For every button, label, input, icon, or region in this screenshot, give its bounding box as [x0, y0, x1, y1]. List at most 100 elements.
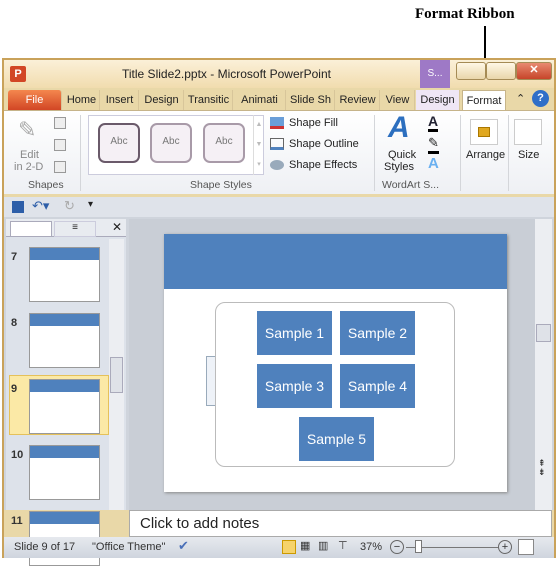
redo-icon[interactable]: ↻ [64, 198, 75, 214]
tab-view[interactable]: View [381, 90, 415, 110]
size-button[interactable]: Size [518, 149, 539, 161]
larger-icon[interactable] [54, 139, 66, 151]
minimize-button[interactable] [456, 62, 486, 80]
shape-outline-button[interactable]: Shape Outline [289, 138, 359, 150]
tab-outline[interactable]: ≡ [54, 221, 96, 237]
text-effects-icon[interactable]: A [428, 155, 439, 172]
quick-styles-label[interactable]: Quick [388, 149, 416, 161]
shape-effects-icon [270, 160, 284, 170]
smartart-box[interactable]: Sample 4 [340, 364, 415, 408]
tab-smartart-design[interactable]: Design [416, 90, 460, 110]
minimize-ribbon-icon[interactable]: ⌃ [516, 92, 525, 105]
text-outline-icon[interactable]: ✎ [428, 135, 439, 154]
shape-outline-icon [270, 138, 284, 150]
style-item[interactable]: Abc [150, 123, 192, 163]
customize-toolbar-icon[interactable]: ▾ [88, 199, 93, 210]
edit-2d-label[interactable]: Edit [20, 149, 39, 161]
close-pane-icon[interactable]: ✕ [112, 220, 122, 234]
zoom-in-icon[interactable]: + [498, 540, 512, 554]
tab-slides[interactable] [10, 221, 52, 237]
prev-next-slide-icon[interactable]: ⇞ ⇟ [538, 459, 546, 477]
tab-review[interactable]: Review [336, 90, 380, 110]
status-bar: Slide 9 of 17 "Office Theme" ✔ ▦ ▥ ⊤ 37%… [4, 537, 554, 558]
slide-thumbnail[interactable] [29, 445, 100, 500]
format-ribbon: ✎ Edit in 2-D Shapes Abc Abc Abc ▲ ▼ ▾ Sha… [4, 110, 554, 194]
change-shape-icon[interactable] [54, 117, 66, 129]
smaller-icon[interactable] [54, 161, 66, 173]
arrange-button[interactable]: Arrange [466, 149, 505, 161]
shape-fill-icon [270, 117, 284, 129]
reading-view-icon[interactable]: ▥ [318, 539, 328, 552]
tab-animations[interactable]: Animati [234, 90, 286, 110]
scroll-thumb[interactable] [536, 324, 551, 342]
slide-thumbnail[interactable] [29, 313, 100, 368]
zoom-out-icon[interactable]: − [390, 540, 404, 554]
workspace: ≡ ✕ 7 8 9 10 11 Sample 1 Sample 2 Sample… [4, 217, 554, 566]
zoom-level[interactable]: 37% [360, 541, 382, 553]
shape-effects-button[interactable]: Shape Effects [289, 159, 357, 171]
save-icon[interactable] [12, 201, 24, 213]
tab-insert[interactable]: Insert [101, 90, 139, 110]
smartart-box[interactable]: Sample 3 [257, 364, 332, 408]
scroll-thumb[interactable] [110, 357, 123, 393]
smartart-box[interactable]: Sample 1 [257, 311, 332, 355]
shape-styles-group-label: Shape Styles [190, 179, 252, 191]
separator [374, 115, 375, 191]
undo-icon[interactable]: ↶▾ [32, 198, 49, 214]
tab-file[interactable]: File [8, 90, 62, 110]
tab-design[interactable]: Design [140, 90, 184, 110]
slide-editor: Sample 1 Sample 2 Sample 3 Sample 4 Samp… [129, 219, 552, 510]
notes-placeholder[interactable]: Click to add notes [140, 515, 259, 532]
gallery-scroll[interactable]: ▲ ▼ ▾ [253, 115, 264, 175]
slideshow-icon[interactable]: ⊤ [338, 539, 348, 552]
slides-pane: ≡ ✕ 7 8 9 10 11 [6, 219, 126, 566]
tab-format[interactable]: Format [462, 90, 506, 110]
annotation-label: Format Ribbon [415, 6, 515, 22]
smartart-frame[interactable]: Sample 1 Sample 2 Sample 3 Sample 4 Samp… [215, 302, 455, 467]
fit-to-window-icon[interactable] [518, 539, 534, 555]
slide-title-bar [164, 234, 507, 289]
pane-tabs: ≡ ✕ [6, 219, 126, 237]
title-bar: P Title Slide2.pptx - Microsoft PowerPoi… [4, 60, 554, 88]
quick-access-toolbar: ↶▾ ↻ ▾ [4, 197, 554, 217]
slide-number: 11 [11, 515, 23, 527]
slide-number: 7 [11, 251, 18, 263]
size-icon[interactable] [514, 119, 542, 145]
window-title: Title Slide2.pptx - Microsoft PowerPoint [122, 67, 331, 81]
separator [460, 115, 461, 191]
slide-scrollbar[interactable]: ⇞ ⇟ [535, 219, 552, 510]
slide-sorter-icon[interactable]: ▦ [300, 539, 310, 552]
quick-styles-icon[interactable]: A [388, 111, 410, 145]
style-item[interactable]: Abc [98, 123, 140, 163]
spell-check-icon[interactable]: ✔ [178, 538, 189, 554]
slide-thumbnail[interactable] [29, 247, 100, 302]
shape-fill-button[interactable]: Shape Fill [289, 117, 338, 129]
smartart-context-tab[interactable]: S... [420, 60, 450, 88]
separator [508, 115, 509, 191]
tab-home[interactable]: Home [64, 90, 100, 110]
smartart-box[interactable]: Sample 2 [340, 311, 415, 355]
thumbnails-scrollbar[interactable] [109, 239, 124, 510]
arrange-icon[interactable] [470, 119, 498, 145]
smartart-box[interactable]: Sample 5 [299, 417, 374, 461]
powerpoint-icon[interactable]: P [10, 66, 26, 82]
quick-styles-label-2[interactable]: Styles [384, 161, 414, 173]
tab-transitions[interactable]: Transitic [185, 90, 233, 110]
text-fill-icon[interactable]: A [428, 113, 439, 132]
edit-shape-icon: ✎ [18, 117, 37, 142]
slide-number: 9 [11, 383, 18, 395]
theme-name[interactable]: "Office Theme" [92, 541, 165, 553]
ribbon-tabs: File Home Insert Design Transitic Animat… [4, 88, 554, 110]
slide-thumbnail-selected[interactable] [29, 379, 100, 434]
normal-view-icon[interactable] [282, 540, 296, 554]
notes-pane[interactable]: Click to add notes [129, 510, 552, 537]
zoom-slider-thumb[interactable] [415, 540, 422, 553]
style-item[interactable]: Abc [203, 123, 245, 163]
close-button[interactable]: ✕ [516, 62, 552, 80]
separator [80, 115, 81, 191]
edit-2d-label-2[interactable]: in 2-D [14, 161, 43, 173]
maximize-button[interactable] [486, 62, 516, 80]
tab-slideshow[interactable]: Slide Sh [287, 90, 335, 110]
help-icon[interactable]: ? [532, 90, 549, 107]
slide-canvas[interactable]: Sample 1 Sample 2 Sample 3 Sample 4 Samp… [164, 234, 507, 492]
